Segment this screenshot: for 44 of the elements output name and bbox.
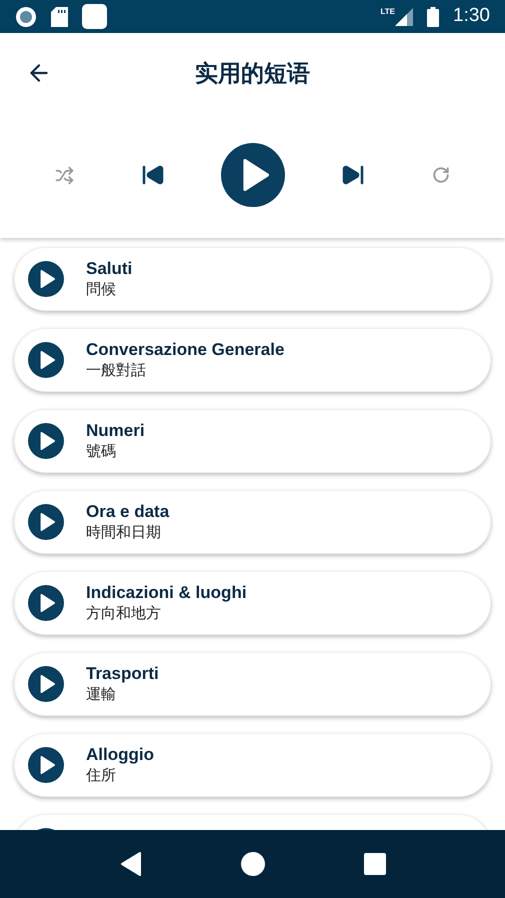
play-button[interactable] [28,423,64,459]
recents-icon[interactable] [364,853,386,875]
phrase-card[interactable]: Trasporti 運輸 [14,652,491,716]
phrase-title: Indicazioni & luoghi [86,582,247,604]
phrase-title: Alloggio [86,744,154,766]
play-button[interactable] [28,666,64,702]
phrase-translation: 運輸 [86,685,117,705]
repeat-icon [432,166,450,184]
phrase-title: Saluti [86,258,132,280]
clock: 1:30 [453,4,490,28]
play-button[interactable] [28,747,64,783]
skip-back-icon [140,163,164,187]
play-all-button[interactable] [220,143,284,207]
network-label: LTE [380,8,396,16]
phrase-card[interactable]: Conversazione Generale 一般對話 [14,328,491,392]
phrase-translation: 方向和地方 [86,604,162,624]
screen-title: 实用的短语 [195,58,310,88]
phrase-card[interactable]: Numeri 號碼 [14,409,491,473]
phrase-title: Ora e data [86,501,170,523]
battery-icon [427,6,440,26]
phrase-translation: 號碼 [86,442,117,462]
play-button[interactable] [28,261,64,297]
phrase-card[interactable]: Indicazioni & luoghi 方向和地方 [14,571,491,635]
phrase-title: Trasporti [86,663,159,685]
phrase-title: Numeri [86,420,145,442]
play-button[interactable] [28,504,64,540]
phrase-translation: 時間和日期 [86,523,162,543]
sd-card-icon [51,6,68,26]
play-button[interactable] [28,585,64,621]
phrase-translation: 一般對話 [86,361,147,381]
signal-icon [395,8,414,26]
play-button[interactable] [28,342,64,378]
back-icon[interactable] [120,852,142,876]
phrase-translation: 住所 [86,766,117,786]
shuffle-icon [55,166,74,184]
record-icon [15,6,37,28]
phrase-card[interactable]: Alloggio 住所 [14,733,491,797]
phrase-translation: 問候 [86,280,117,300]
skip-forward-icon [340,163,364,187]
notification-icon [82,4,107,29]
home-icon[interactable] [240,852,264,876]
phrase-title: Conversazione Generale [86,339,284,361]
phrase-card[interactable]: Saluti 問候 [14,247,491,311]
phrase-card[interactable]: Ora e data 時間和日期 [14,490,491,554]
